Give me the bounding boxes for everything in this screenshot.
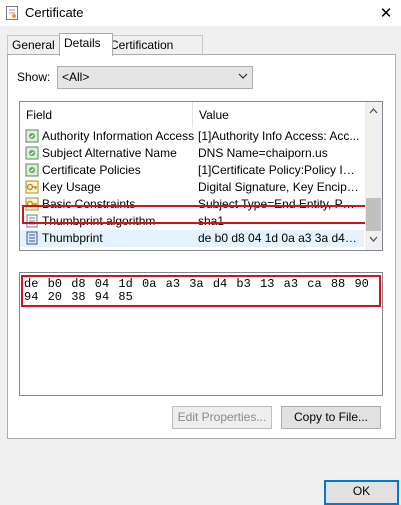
list-row[interactable]: Basic Constraints Subject Type=End Entit… [20, 196, 364, 213]
document-icon [26, 214, 38, 228]
thumbprint-value: de b0 d8 04 1d 0a a3 3a d4 b3 13 a3 ca 8… [24, 277, 369, 304]
scrollbar-thumb[interactable] [366, 198, 381, 231]
column-header-value[interactable]: Value [199, 108, 229, 122]
row-field: Basic Constraints [42, 197, 136, 211]
key-icon [25, 180, 39, 194]
cert-extension-icon [25, 129, 39, 143]
list-rows: Authority Information Access [1]Authorit… [20, 128, 364, 247]
value-textbox[interactable]: de b0 d8 04 1d 0a a3 3a d4 b3 13 a3 ca 8… [19, 272, 383, 396]
row-value: DNS Name=chaiporn.us [198, 146, 328, 160]
list-row[interactable]: Subject Alternative Name DNS Name=chaipo… [20, 145, 364, 162]
chevron-down-icon [238, 73, 248, 79]
certificate-icon [6, 6, 18, 20]
list-row[interactable]: Certificate Policies [1]Certificate Poli… [20, 162, 364, 179]
column-header-field[interactable]: Field [26, 108, 52, 122]
tab-certification-path[interactable]: Certification Path [105, 35, 203, 70]
row-field: Subject Alternative Name [42, 146, 177, 160]
ok-button[interactable]: OK [324, 480, 399, 505]
list-row[interactable]: Thumbprint algorithm sha1 [20, 213, 364, 230]
close-icon: ✕ [379, 5, 393, 22]
vertical-scrollbar[interactable] [365, 102, 382, 250]
tab-details[interactable]: Details [59, 33, 113, 56]
column-divider[interactable] [192, 102, 193, 127]
cert-extension-icon [25, 146, 39, 160]
document-icon [26, 231, 38, 245]
row-value: [1]Certificate Policy:Policy Ide... [198, 163, 360, 177]
row-value: de b0 d8 04 1d 0a a3 3a d4 b3... [198, 231, 360, 245]
key-icon [25, 197, 39, 211]
row-field: Authority Information Access [42, 129, 195, 143]
row-value: Subject Type=End Entity, Pat... [198, 197, 360, 211]
row-field: Thumbprint [42, 231, 103, 245]
list-row[interactable]: Authority Information Access [1]Authorit… [20, 128, 364, 145]
row-field: Thumbprint algorithm [42, 214, 156, 228]
show-dropdown-value: <All> [62, 70, 90, 84]
copy-to-file-button[interactable]: Copy to File... [281, 406, 381, 429]
show-dropdown[interactable]: <All> [57, 66, 253, 89]
window-title: Certificate [25, 5, 84, 20]
title-bar: Certificate ✕ [0, 0, 401, 26]
field-list[interactable]: Field Value Authority Information Access… [19, 101, 383, 251]
list-row-selected[interactable]: Thumbprint de b0 d8 04 1d 0a a3 3a d4 b3… [20, 230, 364, 247]
list-row[interactable]: Key Usage Digital Signature, Key Enciphe… [20, 179, 364, 196]
tab-general[interactable]: General [7, 35, 61, 54]
show-label: Show: [17, 70, 51, 84]
row-value: Digital Signature, Key Encipher... [198, 180, 360, 194]
scroll-down-icon[interactable] [369, 236, 378, 243]
row-field: Key Usage [42, 180, 101, 194]
edit-properties-button[interactable]: Edit Properties... [172, 406, 272, 429]
row-value: sha1 [198, 214, 225, 228]
list-header: Field Value [20, 102, 364, 127]
row-field: Certificate Policies [42, 163, 141, 177]
row-value: [1]Authority Info Access: Acc... [198, 129, 360, 143]
scroll-up-icon[interactable] [369, 107, 378, 114]
close-button[interactable]: ✕ [371, 0, 401, 26]
cert-extension-icon [25, 163, 39, 177]
